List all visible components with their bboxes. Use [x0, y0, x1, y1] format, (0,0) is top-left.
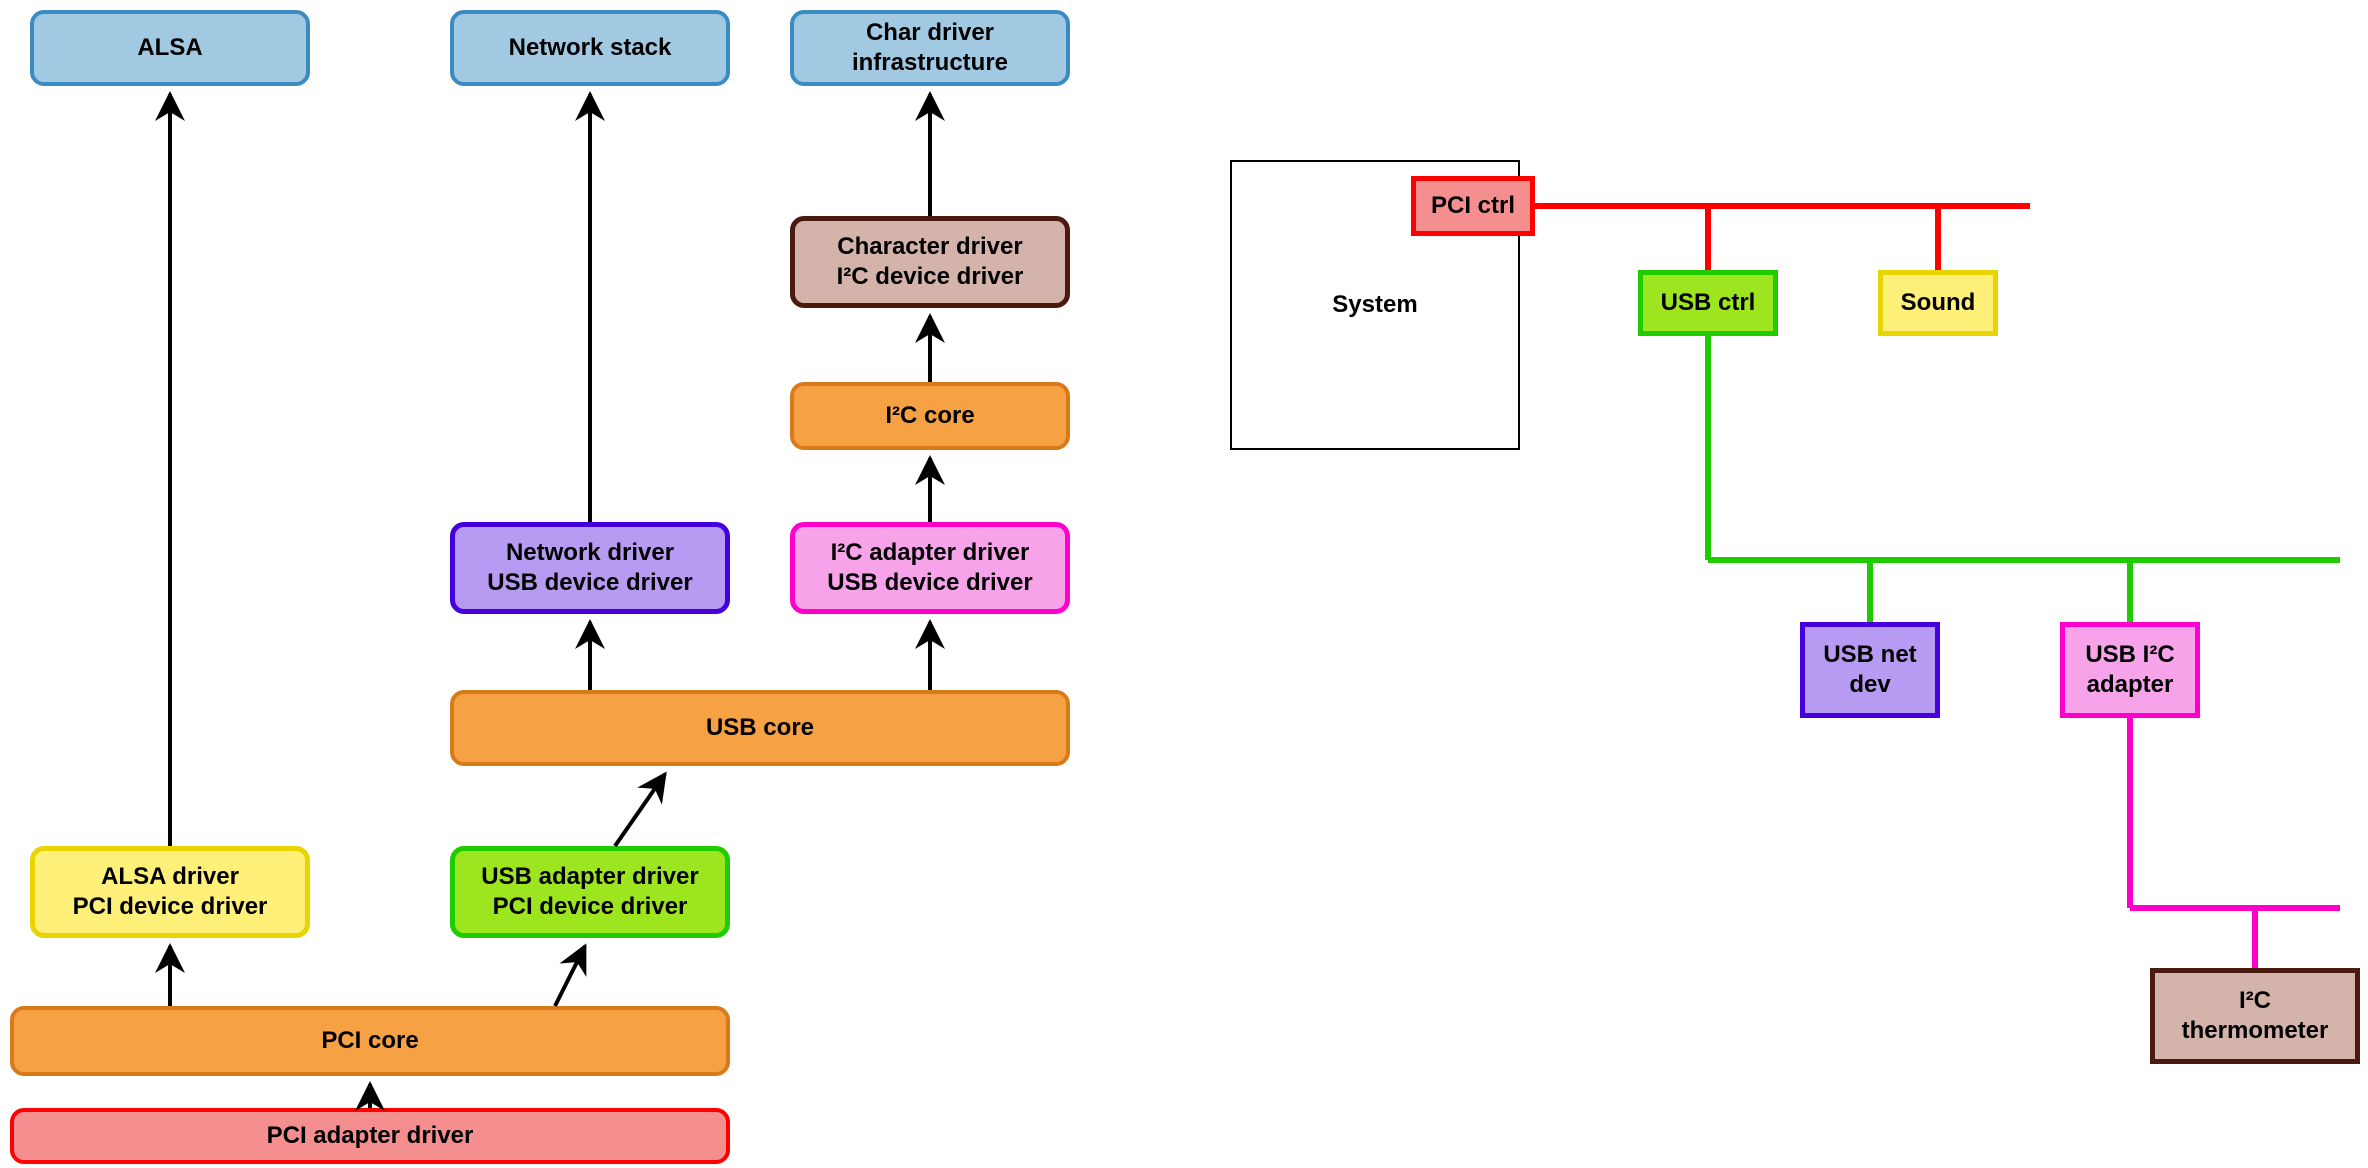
box-i2c-core: I²C core	[790, 382, 1070, 450]
label: ALSA	[137, 33, 202, 63]
label-line2: dev	[1849, 670, 1890, 700]
box-usb-adapter-driver: USB adapter driver PCI device driver	[450, 846, 730, 938]
box-char-driver-infra: Char driver infrastructure	[790, 10, 1070, 86]
label: I²C core	[885, 401, 974, 431]
label-line1: I²C	[2239, 986, 2271, 1016]
label-line2: thermometer	[2182, 1016, 2329, 1046]
label: Sound	[1901, 288, 1976, 318]
label: USB core	[706, 713, 814, 743]
label-line2: USB device driver	[827, 568, 1032, 598]
label-line2: adapter	[2087, 670, 2174, 700]
label-line1: I²C adapter driver	[831, 538, 1030, 568]
label-line2: infrastructure	[852, 48, 1008, 78]
label-line2: I²C device driver	[837, 262, 1024, 292]
label-line1: USB I²C	[2085, 640, 2174, 670]
box-usb-core: USB core	[450, 690, 1070, 766]
box-i2c-adapter-driver: I²C adapter driver USB device driver	[790, 522, 1070, 614]
hw-usb-ctrl: USB ctrl	[1638, 270, 1778, 336]
label-line2: USB device driver	[487, 568, 692, 598]
box-alsa: ALSA	[30, 10, 310, 86]
box-alsa-driver: ALSA driver PCI device driver	[30, 846, 310, 938]
hw-i2c-thermometer: I²C thermometer	[2150, 968, 2360, 1064]
label-line1: Character driver	[837, 232, 1022, 262]
box-pci-core: PCI core	[10, 1006, 730, 1076]
label-line1: USB adapter driver	[481, 862, 698, 892]
label: PCI core	[321, 1026, 418, 1056]
hw-usb-net-dev: USB net dev	[1800, 622, 1940, 718]
label-line1: ALSA driver	[101, 862, 239, 892]
box-pci-adapter-driver: PCI adapter driver	[10, 1108, 730, 1164]
label: PCI adapter driver	[267, 1121, 474, 1151]
label-line1: Network driver	[506, 538, 674, 568]
box-network-stack: Network stack	[450, 10, 730, 86]
overlay-svg	[0, 0, 2368, 1168]
box-character-driver: Character driver I²C device driver	[790, 216, 1070, 308]
label: System	[1332, 291, 1417, 319]
label: PCI ctrl	[1431, 191, 1515, 221]
box-network-driver: Network driver USB device driver	[450, 522, 730, 614]
label-line2: PCI device driver	[493, 892, 688, 922]
hw-sound: Sound	[1878, 270, 1998, 336]
label: Network stack	[509, 33, 672, 63]
label-line1: Char driver	[866, 18, 994, 48]
label: USB ctrl	[1661, 288, 1756, 318]
label-line2: PCI device driver	[73, 892, 268, 922]
label-line1: USB net	[1823, 640, 1916, 670]
hw-pci-ctrl: PCI ctrl	[1411, 176, 1535, 236]
hw-usb-i2c-adapter: USB I²C adapter	[2060, 622, 2200, 718]
